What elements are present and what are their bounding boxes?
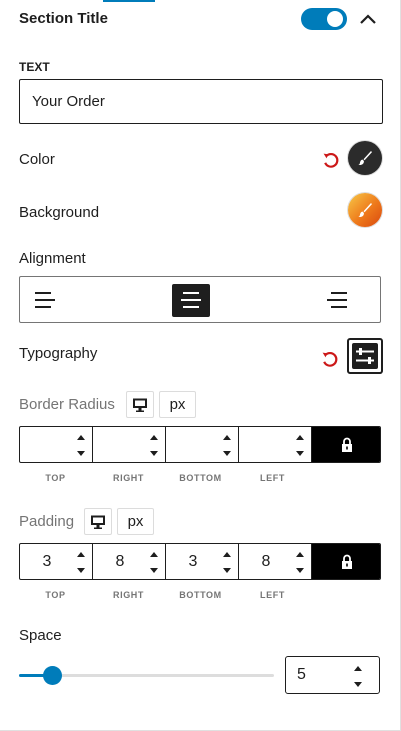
collapse-button[interactable] <box>356 8 380 32</box>
spin-up-icon[interactable] <box>293 431 307 445</box>
padding-right-value[interactable]: 8 <box>93 544 147 579</box>
text-label: TEXT <box>19 60 50 74</box>
border-radius-top-label: TOP <box>45 473 66 483</box>
space-slider[interactable] <box>19 666 274 685</box>
alignment-label: Alignment <box>19 250 86 267</box>
sliders-icon <box>356 348 374 364</box>
border-radius-left-field[interactable] <box>239 427 312 462</box>
padding-right-label: RIGHT <box>113 590 144 600</box>
section-header[interactable]: Section Title <box>0 0 400 40</box>
border-radius-bottom-label: BOTTOM <box>179 473 222 483</box>
spin-down-icon[interactable] <box>147 446 161 460</box>
color-label: Color <box>19 151 55 168</box>
spin-down-icon[interactable] <box>220 563 234 577</box>
spin-up-icon[interactable] <box>147 548 161 562</box>
align-right-icon <box>327 292 347 308</box>
spin-down-icon[interactable] <box>74 563 88 577</box>
background-swatch[interactable] <box>348 193 382 227</box>
text-input[interactable] <box>19 79 383 124</box>
spin-up-icon[interactable] <box>220 548 234 562</box>
padding-left-value[interactable]: 8 <box>239 544 293 579</box>
align-left-icon <box>35 292 55 308</box>
spin-up-icon[interactable] <box>293 548 307 562</box>
border-radius-device-button[interactable] <box>126 391 154 418</box>
typography-label: Typography <box>19 345 98 362</box>
spin-down-icon[interactable] <box>293 563 307 577</box>
border-radius-right-value[interactable] <box>93 427 147 462</box>
border-radius-unit-button[interactable]: px <box>159 391 196 418</box>
padding-left-label: LEFT <box>260 590 285 600</box>
border-radius-top-value[interactable] <box>20 427 74 462</box>
padding-bottom-value[interactable]: 3 <box>166 544 220 579</box>
border-radius-left-label: LEFT <box>260 473 285 483</box>
sliders-icon-bg <box>352 343 378 369</box>
padding-bottom-field[interactable]: 3 <box>166 544 239 579</box>
spin-down-icon[interactable] <box>220 446 234 460</box>
padding-top-label: TOP <box>45 590 66 600</box>
border-radius-link-button[interactable] <box>312 427 380 462</box>
border-radius-right-label: RIGHT <box>113 473 144 483</box>
padding-inputs: 3 8 3 8 <box>19 543 381 580</box>
padding-top-value[interactable]: 3 <box>20 544 74 579</box>
spin-down-icon[interactable] <box>147 563 161 577</box>
padding-left-field[interactable]: 8 <box>239 544 312 579</box>
lock-icon <box>342 554 352 569</box>
padding-label: Padding <box>19 513 75 530</box>
alignment-control <box>19 276 381 323</box>
chevron-up-icon <box>360 14 376 24</box>
align-left-button[interactable] <box>20 277 140 322</box>
border-radius-label: Border Radius <box>19 396 115 413</box>
space-number-input[interactable]: 5 <box>285 656 380 694</box>
toggle-knob <box>327 11 343 27</box>
spin-up-icon[interactable] <box>74 548 88 562</box>
border-radius-right-field[interactable] <box>93 427 166 462</box>
spin-down-icon[interactable] <box>74 446 88 460</box>
spin-down-icon[interactable] <box>351 677 365 691</box>
border-radius-inputs <box>19 426 381 463</box>
padding-bottom-label: BOTTOM <box>179 590 222 600</box>
space-value[interactable]: 5 <box>297 657 306 693</box>
align-center-icon <box>181 292 201 308</box>
spin-up-icon[interactable] <box>351 662 365 676</box>
padding-top-field[interactable]: 3 <box>20 544 93 579</box>
spin-up-icon[interactable] <box>220 431 234 445</box>
border-radius-bottom-field[interactable] <box>166 427 239 462</box>
brush-icon <box>358 203 372 218</box>
color-swatch[interactable] <box>348 141 382 175</box>
align-center-button[interactable] <box>140 277 260 322</box>
typography-settings-button[interactable] <box>347 338 383 374</box>
align-right-button[interactable] <box>260 277 380 322</box>
desktop-icon <box>133 398 147 412</box>
settings-panel: Section Title TEXT Color Background Alig… <box>0 0 401 731</box>
border-radius-top-field[interactable] <box>20 427 93 462</box>
space-slider-thumb[interactable] <box>43 666 63 685</box>
border-radius-bottom-value[interactable] <box>166 427 220 462</box>
desktop-icon <box>91 515 105 529</box>
padding-link-button[interactable] <box>312 544 380 579</box>
section-enable-toggle[interactable] <box>301 8 347 30</box>
reset-color-icon[interactable] <box>321 150 341 170</box>
reset-typography-icon[interactable] <box>320 349 340 369</box>
space-label: Space <box>19 627 62 644</box>
section-title: Section Title <box>19 10 108 27</box>
spin-down-icon[interactable] <box>293 446 307 460</box>
background-label: Background <box>19 204 100 221</box>
padding-unit-button[interactable]: px <box>117 508 154 535</box>
border-radius-left-value[interactable] <box>239 427 293 462</box>
spin-up-icon[interactable] <box>147 431 161 445</box>
brush-icon <box>358 151 372 166</box>
lock-icon <box>342 437 352 452</box>
padding-device-button[interactable] <box>84 508 112 535</box>
spin-up-icon[interactable] <box>74 431 88 445</box>
padding-right-field[interactable]: 8 <box>93 544 166 579</box>
